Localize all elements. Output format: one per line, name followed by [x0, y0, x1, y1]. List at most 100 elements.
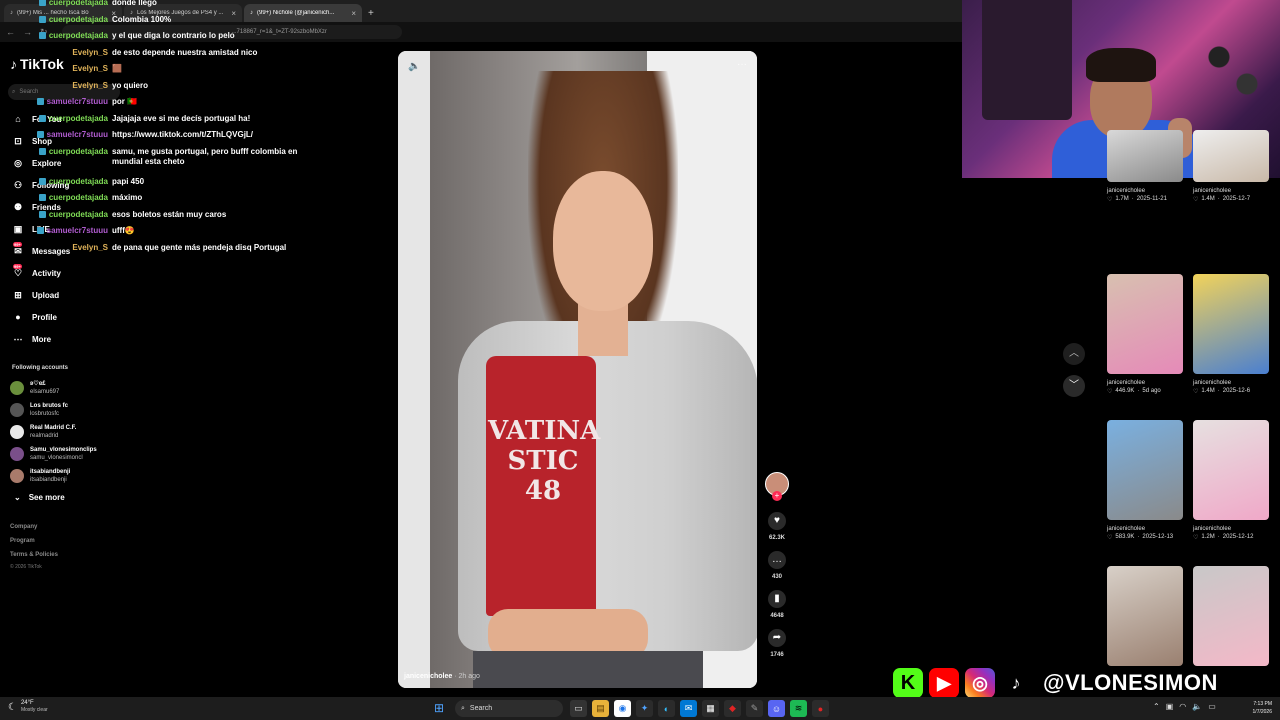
video-author[interactable]: janicenicholee · 2h ago	[404, 673, 480, 680]
share-button[interactable]: ➦ 1746	[763, 629, 791, 658]
chat-username-text: cuerpodetajada	[48, 113, 108, 123]
file-explorer-icon[interactable]: ▤	[592, 700, 609, 717]
close-icon[interactable]: ×	[351, 9, 356, 18]
chat-text: Jajajaja eve si me decís portugal ha!	[112, 114, 250, 124]
edge-icon[interactable]: ◐	[658, 700, 675, 717]
video-thumbnail	[1193, 130, 1269, 182]
taskbar-search[interactable]: ⌕ Search	[455, 700, 563, 717]
chat-text: ufff😍	[112, 226, 135, 236]
video-card[interactable]	[1193, 566, 1271, 666]
chat-message: Evelyn_S de pana que gente más pendeja di…	[30, 243, 286, 253]
following-account[interactable]: itsabiandbenji itsabiandbenji	[10, 468, 70, 484]
video-card[interactable]: janicenicholee ♡ 1.2M · 2025-12-12	[1193, 420, 1271, 541]
clock[interactable]: 7:13 PM 1/7/2026	[1242, 700, 1272, 716]
video-thumbnail	[1107, 566, 1183, 666]
next-video-button[interactable]: ﹀	[1063, 375, 1085, 397]
chat-message: Evelyn_S de esto depende nuestra amistad …	[30, 48, 257, 58]
sidebar-item-upload[interactable]: ⊞ Upload	[12, 290, 59, 301]
following-account[interactable]: Samu_vlonesimonclips samu_vlonesimoncl	[10, 446, 97, 462]
wifi-icon[interactable]: ◠	[1179, 702, 1186, 711]
avatar	[10, 403, 24, 417]
comment-button[interactable]: … 430	[763, 551, 791, 580]
account-name: Real Madrid C.F.	[30, 425, 77, 431]
chevron-up-icon: ︿	[1069, 348, 1079, 359]
card-author: janicenicholee	[1193, 380, 1232, 386]
more-options-icon[interactable]: ···	[737, 59, 747, 70]
footer-link[interactable]: Program	[10, 538, 35, 544]
share-icon: ➦	[768, 629, 786, 647]
chat-badge-icon	[38, 194, 46, 201]
following-account[interactable]: ʚ♡ɞ£ elsamu697	[10, 380, 59, 396]
chat-text-line: Jajajaja eve si me decís portugal ha!	[112, 113, 251, 123]
chat-text-line: ufff😍	[112, 226, 135, 235]
browser-tab-active[interactable]: ♪ (99+) Nichole (@janicenich... ×	[244, 4, 362, 22]
footer-link[interactable]: Terms & Policies	[10, 552, 58, 558]
new-tab-button[interactable]: +	[368, 4, 374, 22]
spotify-icon[interactable]: ≋	[790, 700, 807, 717]
chat-text: 🟫	[112, 64, 122, 74]
video-card[interactable]: janicenicholee ♡ 446.9K · 5d ago	[1107, 274, 1185, 395]
video-card[interactable]: janicenicholee ♡ 583.9K · 2025-12-13	[1107, 420, 1185, 541]
copilot-icon[interactable]: ✦	[636, 700, 653, 717]
avatar	[10, 425, 24, 439]
card-stats: ♡ 1.4M · 2025-12-6	[1193, 388, 1271, 395]
chevron-up-icon[interactable]: ⌃	[1153, 702, 1160, 711]
previous-video-button[interactable]: ︿	[1063, 343, 1085, 365]
video-player[interactable]: VATINA STIC 48 🔈 ··· janicenicholee · 2h…	[398, 51, 757, 688]
compass-icon: ◎	[14, 158, 22, 168]
app-tray-icon[interactable]: ▣	[1166, 702, 1174, 711]
messages-icon: ✉ 99+	[13, 242, 22, 256]
app-record-icon[interactable]: ●	[812, 700, 829, 717]
chat-username-text: Evelyn_S	[72, 242, 108, 252]
card-date: 5d ago	[1142, 388, 1161, 394]
video-card[interactable]	[1107, 566, 1185, 666]
card-date: 2025-12-12	[1222, 534, 1254, 540]
following-icon: ⚇	[13, 180, 23, 190]
tiktok-icon: ♪	[10, 56, 17, 72]
app-red-icon[interactable]: ◆	[724, 700, 741, 717]
close-icon[interactable]: ×	[231, 9, 236, 18]
search-icon: ⌕	[461, 704, 465, 712]
chat-username-text: cuerpodetajada	[48, 0, 108, 7]
system-tray: ⌃ ▣ ◠ 🔈 ▭	[1153, 702, 1216, 711]
video-card[interactable]: janicenicholee ♡ 1.4M · 2025-12-7	[1193, 130, 1271, 203]
following-account[interactable]: Real Madrid C.F. realmadrid	[10, 424, 76, 440]
volume-icon[interactable]: 🔈	[408, 61, 420, 72]
following-account[interactable]: Los brutos fc losbrutosfc	[10, 402, 68, 418]
weather-temp: 24°F	[20, 700, 34, 706]
see-more-button[interactable]: ⌄ See more	[14, 493, 65, 502]
back-icon[interactable]: ←	[6, 27, 15, 37]
outlook-icon[interactable]: ✉	[680, 700, 697, 717]
battery-icon[interactable]: ▭	[1208, 702, 1216, 711]
account-name: itsabiandbenji	[30, 469, 71, 475]
chrome-icon[interactable]: ◉	[614, 700, 631, 717]
follow-plus-icon[interactable]: +	[772, 491, 782, 501]
video-card[interactable]: janicenicholee ♡ 1.7M · 2025-11-21	[1107, 130, 1185, 203]
footer-link[interactable]: Company	[10, 524, 37, 530]
account-handle: elsamu697	[30, 389, 60, 395]
video-card[interactable]: janicenicholee ♡ 1.4M · 2025-12-6	[1193, 274, 1271, 395]
windows-start-icon[interactable]: ⊞	[434, 701, 444, 715]
chat-username-text: cuerpodetajada	[48, 193, 108, 202]
sidebar-item-activity[interactable]: ♡ 99+ Activity	[12, 264, 61, 279]
chat-username: samuelcr7stuuu	[30, 97, 108, 107]
chat-badge-icon	[36, 131, 44, 138]
discord-icon[interactable]: ☺	[768, 700, 785, 717]
sidebar-item-more[interactable]: ⋯ More	[12, 334, 52, 345]
save-button[interactable]: ▮ 4648	[763, 590, 791, 619]
chat-text-line: yo quiero	[112, 80, 149, 90]
notification-badge: 99+	[13, 264, 22, 269]
sidebar-item-profile[interactable]: ● Profile	[12, 312, 57, 322]
volume-icon[interactable]: 🔈	[1192, 702, 1202, 711]
weather-widget[interactable]: ☾ 24°F Mostly clear	[8, 700, 48, 714]
task-view-icon[interactable]: ▭	[570, 700, 587, 717]
youtube-icon: ▶	[929, 668, 959, 698]
screen: ♪ (99+) Mis ... hecho Isca Bo × ♪ Los Me…	[0, 0, 1280, 720]
chat-username: cuerpodetajada	[30, 0, 108, 8]
separator: ·	[1217, 196, 1220, 202]
store-icon[interactable]: ▦	[702, 700, 719, 717]
chat-username-text: samuelcr7stuuu	[46, 97, 108, 106]
app-icon[interactable]: ✎	[746, 700, 763, 717]
like-button[interactable]: ♥ 62.3K	[763, 512, 791, 541]
chat-username: cuerpodetajada	[30, 114, 108, 124]
